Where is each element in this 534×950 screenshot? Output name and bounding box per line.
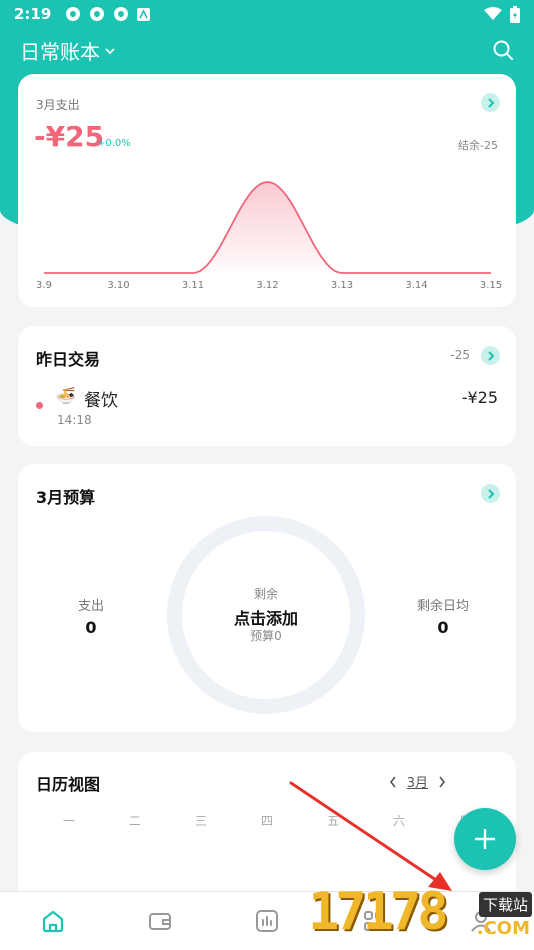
app-notification-icon — [137, 7, 151, 21]
weekday-label: 六 — [392, 814, 405, 828]
x-tick-label: 3.9 — [36, 280, 52, 291]
monthly-expense-card[interactable]: 3月支出 -¥25 +0.0% 结余-25 3.9 3.10 3.11 3.12 3.1… — [18, 74, 516, 307]
budget-card[interactable]: 3月预算 支出 0 剩余 点击添加 预算0 剩余日均 0 — [18, 464, 516, 732]
status-bar: 2:19 — [0, 0, 534, 28]
budget-daily-label: 剩余日均 — [416, 599, 469, 614]
add-budget-button[interactable]: 点击添加 — [182, 605, 350, 629]
app-header: 日常账本 — [0, 32, 534, 68]
yesterday-total: -25 — [450, 348, 470, 362]
add-record-button[interactable] — [454, 808, 516, 870]
weekday-label: 三 — [194, 814, 207, 828]
plus-icon — [475, 829, 495, 849]
watermark-logo: 17178 下载站 .COM — [308, 880, 534, 950]
weekday-label: 四 — [260, 814, 273, 828]
x-tick-label: 3.11 — [182, 280, 204, 291]
budget-expense-value: 0 — [85, 618, 97, 637]
yesterday-detail-button[interactable] — [481, 346, 500, 365]
x-tick-label: 3.12 — [256, 280, 278, 291]
chevron-left-icon[interactable] — [389, 776, 397, 788]
x-tick-label: 3.13 — [331, 280, 353, 291]
budget-remaining-label: 剩余 — [253, 587, 278, 601]
budget-title: 3月预算 — [36, 488, 96, 507]
tab-statistics[interactable] — [214, 892, 321, 950]
chevron-down-icon[interactable] — [104, 46, 116, 56]
watermark-com: .COM — [476, 918, 530, 939]
wifi-icon — [484, 7, 502, 20]
yesterday-transactions-card[interactable]: 昨日交易 -25 🍜 餐饮 14:18 -¥25 — [18, 326, 516, 446]
x-tick-label: 3.14 — [405, 280, 427, 291]
notification-icon — [114, 7, 129, 21]
search-icon[interactable] — [492, 39, 514, 61]
tab-wallet[interactable] — [107, 892, 214, 950]
month-navigator: 3月 — [389, 772, 446, 791]
weekday-label: 二 — [128, 814, 141, 828]
noodle-bowl-icon: 🍜 — [56, 386, 76, 405]
transaction-category: 餐饮 — [84, 391, 118, 411]
bar-chart-icon — [255, 910, 278, 932]
watermark-tag: 下载站 — [478, 892, 532, 917]
budget-ring[interactable]: 剩余 点击添加 预算0 — [167, 516, 365, 714]
notification-icon — [66, 7, 81, 21]
budget-amount-label: 预算0 — [250, 629, 282, 643]
battery-icon — [510, 5, 520, 23]
notification-icon — [90, 7, 105, 21]
current-month[interactable]: 3月 — [407, 772, 428, 791]
chevron-right-icon — [487, 488, 494, 499]
home-icon — [43, 910, 64, 933]
x-tick-label: 3.10 — [107, 280, 129, 291]
budget-expense-stat: 支出 0 — [46, 595, 136, 637]
expense-trend-chart: 3.9 3.10 3.11 3.12 3.13 3.14 3.15 — [36, 181, 502, 291]
x-tick-label: 3.15 — [480, 280, 502, 291]
budget-expense-label: 支出 — [77, 599, 104, 614]
series-area — [44, 182, 491, 273]
expense-dot — [36, 402, 43, 409]
calendar-title: 日历视图 — [36, 775, 101, 794]
budget-detail-button[interactable] — [481, 484, 500, 503]
wallet-icon — [149, 913, 172, 930]
weekday-label: 一 — [62, 814, 75, 828]
weekday-label: 五 — [326, 814, 339, 828]
budget-daily-value: 0 — [437, 618, 449, 637]
status-time: 2:19 — [14, 5, 52, 23]
watermark-digits: 17178 — [308, 882, 449, 942]
ledger-title[interactable]: 日常账本 — [20, 36, 100, 65]
weekday-header: 一 二 三 四 五 六 日 — [36, 812, 498, 829]
chevron-right-icon — [487, 350, 494, 361]
chevron-right-icon[interactable] — [438, 776, 446, 788]
transaction-time: 14:18 — [57, 413, 92, 427]
tab-home[interactable] — [0, 892, 107, 950]
transaction-amount: -¥25 — [461, 388, 498, 407]
budget-daily-stat: 剩余日均 0 — [398, 595, 488, 637]
yesterday-title: 昨日交易 — [36, 350, 101, 369]
